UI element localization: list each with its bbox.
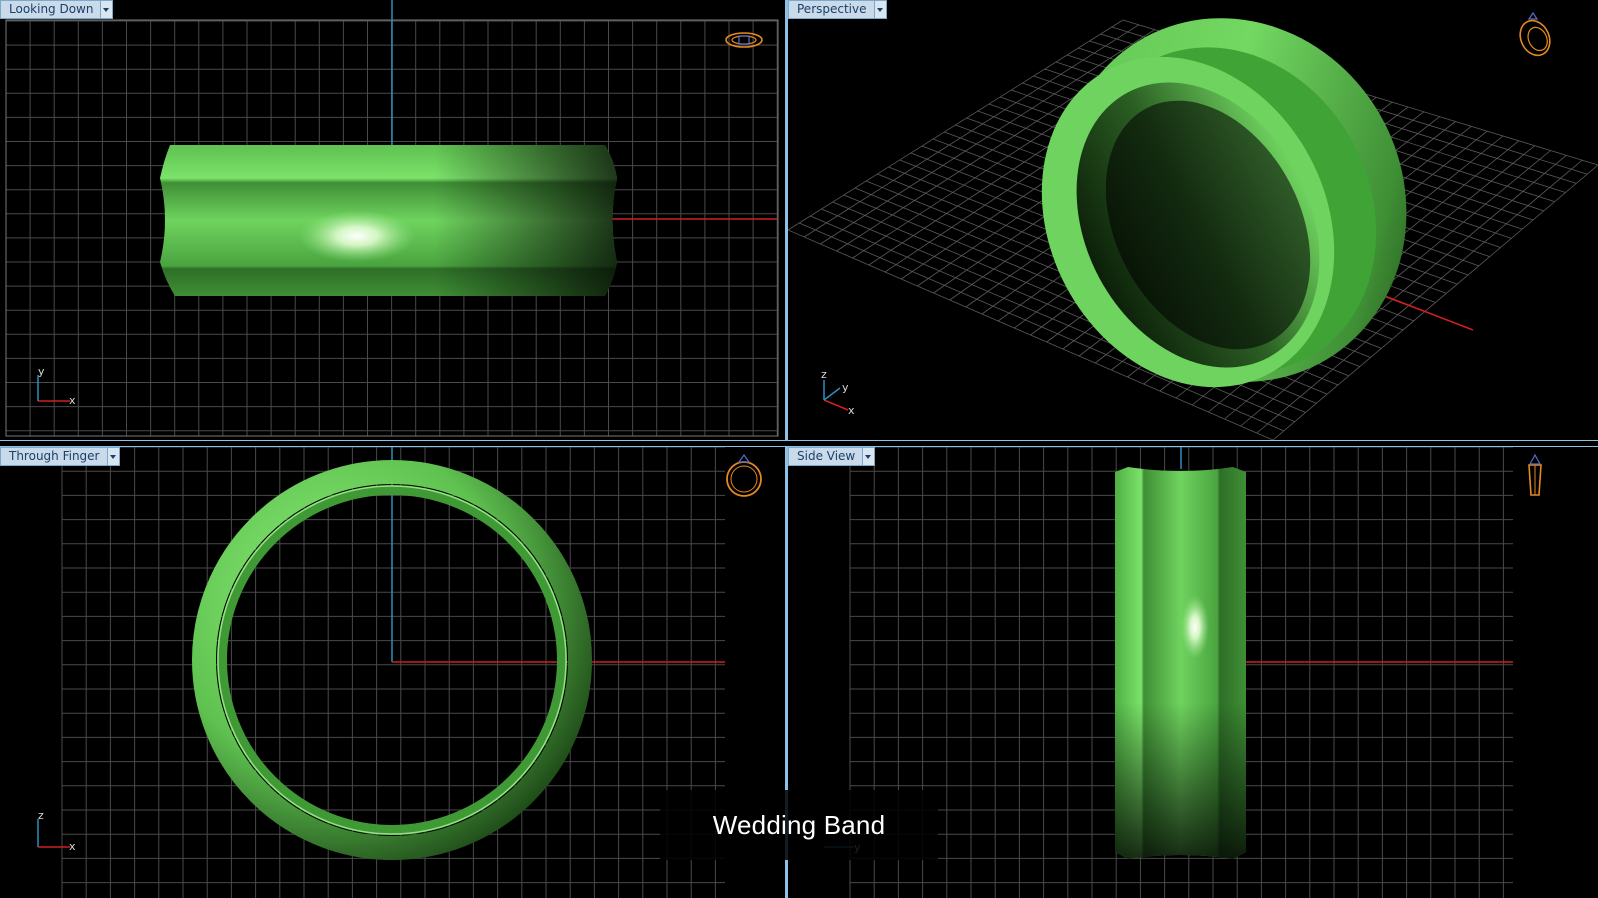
caption-overlay: Wedding Band [660, 790, 938, 860]
axis-label-x: x [848, 404, 855, 417]
viewport-label: Perspective [797, 2, 867, 16]
viewport-tab-side-view[interactable]: Side View [788, 447, 876, 466]
viewport-looking-down[interactable]: x y Looking Down [0, 0, 785, 440]
axis-triad: x y z [821, 368, 855, 417]
viewport-tab-looking-down[interactable]: Looking Down [0, 0, 114, 19]
chevron-down-icon[interactable] [873, 1, 886, 18]
wedding-band-top-view[interactable] [160, 145, 617, 296]
viewport-label: Looking Down [9, 2, 94, 16]
ring-front-icon[interactable] [726, 453, 762, 497]
vertical-divider[interactable] [785, 0, 788, 898]
perspective-scene[interactable]: x y z [788, 0, 1598, 440]
viewport-label: Side View [797, 449, 856, 463]
caption-title: Wedding Band [712, 809, 886, 840]
viewport-tab-perspective[interactable]: Perspective [788, 0, 887, 19]
axis-label-z: z [821, 368, 827, 381]
axis-label-x: x [69, 394, 76, 407]
horizontal-divider[interactable] [0, 440, 1598, 447]
chevron-down-icon[interactable] [106, 448, 119, 465]
ring-side-icon[interactable] [1528, 453, 1542, 496]
viewport-tab-through-finger[interactable]: Through Finger [0, 447, 120, 466]
wedding-band-perspective[interactable] [985, 0, 1470, 440]
ring-perspective-icon[interactable] [1515, 11, 1556, 60]
axis-label-y: y [842, 381, 849, 394]
wedding-band-side-view[interactable] [1115, 467, 1246, 859]
chevron-down-icon[interactable] [862, 448, 875, 465]
axis-label-x: x [69, 840, 76, 853]
viewport-perspective[interactable]: x y z Perspective [788, 0, 1598, 440]
axis-label-z: z [38, 809, 44, 822]
axis-triad: x y [37, 365, 76, 407]
looking-down-scene[interactable]: x y [0, 0, 785, 440]
viewport-label: Through Finger [9, 449, 100, 463]
chevron-down-icon[interactable] [100, 1, 113, 18]
axis-triad: x z [37, 809, 76, 853]
axis-label-y: y [38, 365, 45, 378]
